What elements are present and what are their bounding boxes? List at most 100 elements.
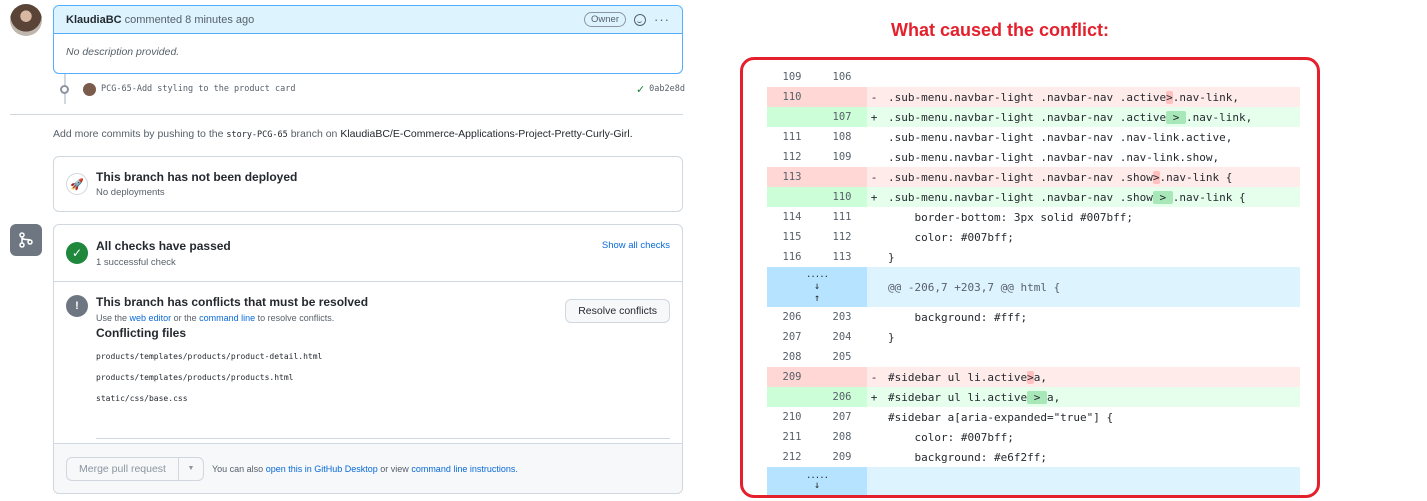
old-line-number[interactable] [767,187,817,207]
old-line-number[interactable]: 116 [767,247,817,267]
old-line-number[interactable]: 212 [767,447,817,467]
new-line-number[interactable]: 206 [817,387,867,407]
diff-line-ctx: 112 109 .sub-menu.navbar-light .navbar-nav… [767,147,1300,167]
commit-row: PCG-65-Add styling to the product card ✓… [53,80,685,98]
diff-hunk-header: ..... ↓ ↑ @@ -206,7 +203,7 @@ html { [767,267,1300,307]
owner-badge: Owner [584,12,626,27]
code-text: } [888,250,895,264]
changed-token: > [1027,370,1034,384]
merge-footer-text: You can also open this in GitHub Desktop… [212,464,518,474]
new-line-number[interactable] [817,167,867,187]
new-line-number[interactable]: 109 [817,147,867,167]
pull-request-panel: KlaudiaBC commented 8 minutes ago Owner … [0,0,700,501]
code-text: } [888,330,895,344]
merge-footer: Merge pull request ▼ You can also open t… [54,443,682,493]
diff-line-add: 107 + .sub-menu.navbar-light .navbar-nav .… [767,107,1300,127]
comment-body: No description provided. [66,46,180,58]
diff-line-ctx: 206 203 background: #fff; [767,307,1300,327]
new-line-number[interactable]: 208 [817,427,867,447]
old-line-number[interactable]: 112 [767,147,817,167]
github-desktop-link[interactable]: open this in GitHub Desktop [266,464,378,474]
diff-line-ctx: 116 113} [767,247,1300,267]
avatar[interactable] [10,4,42,36]
old-line-number[interactable]: 206 [767,307,817,327]
kebab-menu-icon[interactable]: ··· [654,12,670,27]
check-icon[interactable]: ✓ [636,83,645,96]
new-line-number[interactable]: 107 [817,107,867,127]
old-line-number[interactable] [767,387,817,407]
new-line-number[interactable] [817,367,867,387]
add-commits-middle: branch on [290,128,338,140]
diff-expand-row: ..... ↓ [767,467,1300,495]
conflicting-file: products/templates/products/products.htm… [96,373,294,382]
old-line-number[interactable]: 115 [767,227,817,247]
old-line-number[interactable]: 109 [767,67,817,87]
old-line-number[interactable]: 209 [767,367,817,387]
new-line-number[interactable]: 112 [817,227,867,247]
show-all-checks-link[interactable]: Show all checks [602,240,670,251]
diff-sign: + [870,190,878,204]
old-line-number[interactable]: 207 [767,327,817,347]
web-editor-link[interactable]: web editor [130,313,172,323]
old-line-number[interactable]: 208 [767,347,817,367]
new-line-number[interactable]: 204 [817,327,867,347]
deployment-title: This branch has not been deployed [96,170,298,184]
changed-token: > [1166,110,1187,124]
branch-name[interactable]: story-PCG-65 [226,130,287,140]
diff-line-ctx: 115 112 color: #007bff; [767,227,1300,247]
smiley-icon[interactable] [634,13,646,26]
comment-meta[interactable]: commented 8 minutes ago [125,14,255,26]
old-line-number[interactable]: 114 [767,207,817,227]
old-line-number[interactable] [767,107,817,127]
new-line-number[interactable] [817,87,867,107]
changed-token: > [1152,190,1173,204]
code-text: color: #007bff; [888,230,1014,244]
new-line-number[interactable]: 207 [817,407,867,427]
new-line-number[interactable]: 113 [817,247,867,267]
old-line-number[interactable]: 211 [767,427,817,447]
commit-avatar[interactable] [83,82,96,96]
diff-line-ctx: 114 111 border-bottom: 3px solid #007bff; [767,207,1300,227]
expand-icon[interactable]: ..... ↓ ↑ [767,267,867,307]
new-line-number[interactable]: 108 [817,127,867,147]
conflicting-file: products/templates/products/product-deta… [96,352,323,361]
git-merge-icon [10,224,42,256]
diff-view: 109 106 110- .sub-menu.navbar-light .navbar… [767,67,1300,495]
new-line-number[interactable]: 110 [817,187,867,207]
new-line-number[interactable]: 111 [817,207,867,227]
old-line-number[interactable]: 113 [767,167,817,187]
commit-sha[interactable]: 0ab2e8d [649,84,685,94]
old-line-number[interactable]: 111 [767,127,817,147]
merge-or-view-text: or view [380,463,409,474]
comment-author[interactable]: KlaudiaBC [66,14,122,26]
diff-line-ctx: 212 209 background: #e6f2ff; [767,447,1300,467]
repo-link[interactable]: KlaudiaBC/E-Commerce-Applications-Projec… [340,128,632,140]
old-line-number[interactable]: 210 [767,407,817,427]
deployment-box: 🚀 This branch has not been deployed No d… [53,156,683,212]
changed-token: > [1152,170,1160,184]
diff-frame: 109 106 110- .sub-menu.navbar-light .navbar… [740,57,1320,498]
diff-line-add: 110 + .sub-menu.navbar-light .navbar-nav .… [767,187,1300,207]
merge-box: ✓ All checks have passed 1 successful ch… [53,224,683,494]
diff-sign: - [870,370,878,384]
expand-down-icon[interactable]: ..... ↓ [767,467,867,495]
merge-button-group: Merge pull request ▼ [66,456,204,481]
commit-message[interactable]: PCG-65-Add styling to the product card [101,84,295,94]
chevron-down-icon[interactable]: ▼ [179,458,203,480]
alert-icon: ! [66,295,88,317]
changed-token: > [1166,90,1173,104]
new-line-number[interactable]: 205 [817,347,867,367]
check-circle-icon: ✓ [66,242,88,264]
command-line-instructions-link[interactable]: command line instructions. [411,464,518,474]
merge-pull-request-button[interactable]: Merge pull request [67,457,179,480]
code-text: .sub-menu.navbar-light .navbar-nav .show… [888,170,1233,184]
diff-line-ctx: 208 205 [767,347,1300,367]
command-line-link[interactable]: command line [199,313,255,323]
new-line-number[interactable]: 209 [817,447,867,467]
old-line-number[interactable]: 110 [767,87,817,107]
new-line-number[interactable]: 203 [817,307,867,327]
diff-sign: - [870,170,878,184]
resolve-conflicts-button[interactable]: Resolve conflicts [565,299,670,323]
new-line-number[interactable]: 106 [817,67,867,87]
conflicts-text-2: or the [173,313,197,323]
